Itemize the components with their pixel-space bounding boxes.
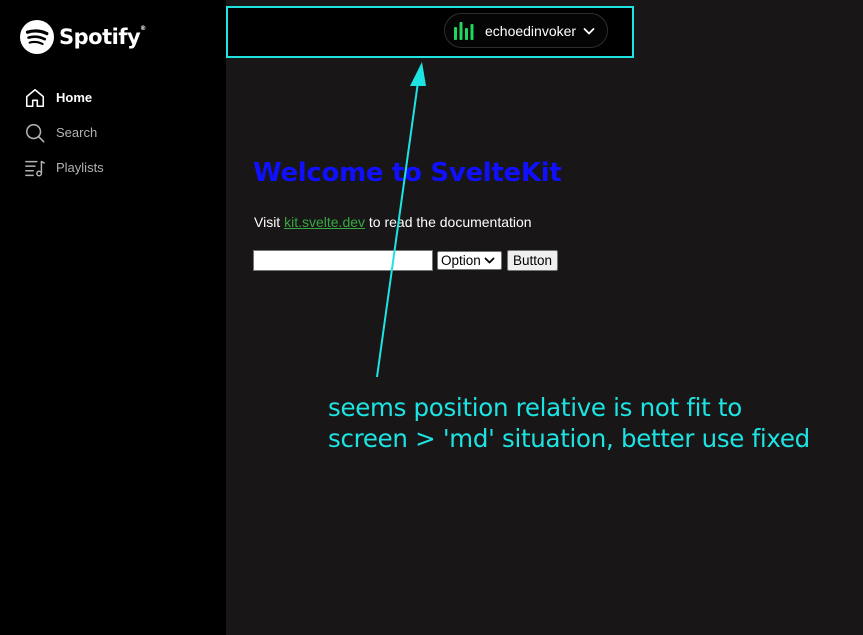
annotation-line: seems position relative is not fit to	[328, 393, 742, 422]
select-value: Option	[441, 253, 481, 268]
demo-form: Option Button	[253, 250, 559, 271]
page-title: Welcome to SvelteKit	[253, 158, 562, 188]
sidebar-item-label: Search	[56, 125, 98, 140]
text-input[interactable]	[253, 250, 433, 271]
sidebar-item-home[interactable]: Home	[24, 80, 104, 115]
user-name: echoedinvoker	[485, 22, 577, 39]
visit-suffix: to read the documentation	[365, 214, 532, 230]
demo-button[interactable]: Button	[507, 250, 559, 271]
sidebar-item-label: Home	[56, 90, 93, 105]
spotify-logo-icon	[20, 20, 54, 54]
search-icon	[25, 123, 45, 142]
sidebar-item-label: Playlists	[56, 160, 104, 175]
home-icon	[25, 88, 45, 107]
chevron-down-icon	[583, 27, 595, 34]
docs-link[interactable]: kit.svelte.dev	[284, 214, 365, 230]
equalizer-icon	[454, 21, 474, 40]
sidebar-item-search[interactable]: Search	[24, 115, 104, 150]
sidebar-item-playlists[interactable]: Playlists	[24, 150, 104, 185]
annotation-note: seems position relative is not fit to sc…	[328, 392, 810, 454]
chevron-down-icon	[484, 257, 495, 264]
user-menu-button[interactable]: echoedinvoker	[444, 13, 608, 48]
brand-name: Spotify®	[59, 25, 146, 49]
visit-prefix: Visit	[254, 214, 285, 230]
playlists-icon	[25, 160, 45, 177]
spotify-logo[interactable]: Spotify®	[20, 20, 146, 54]
annotation-line: screen > 'md' situation, better use fixe…	[328, 424, 810, 453]
visit-text: Visit kit.svelte.dev to read the documen…	[254, 214, 532, 230]
sidebar-nav: Home Search Playlists	[24, 80, 104, 185]
top-header: echoedinvoker	[226, 6, 634, 58]
arrow-head-icon	[410, 62, 426, 86]
sidebar: Spotify® Home Search Playlists	[0, 0, 226, 635]
option-select[interactable]: Option	[437, 251, 502, 270]
